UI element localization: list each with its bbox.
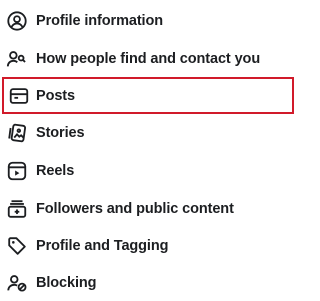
- posts-icon: [8, 85, 30, 107]
- privacy-settings-menu: Profile information How people find and …: [0, 0, 300, 297]
- menu-item-stories[interactable]: Stories: [0, 114, 300, 151]
- menu-item-label: Stories: [36, 124, 85, 141]
- menu-item-label: Reels: [36, 162, 75, 179]
- user-circle-icon: [6, 10, 28, 32]
- menu-item-label: Profile and Tagging: [36, 237, 169, 254]
- menu-item-profile-information[interactable]: Profile information: [0, 2, 300, 39]
- reels-icon: [6, 160, 28, 182]
- menu-item-reels[interactable]: Reels: [0, 152, 300, 189]
- menu-item-blocking[interactable]: Blocking: [0, 264, 300, 301]
- tag-icon: [6, 235, 28, 257]
- menu-item-label: How people find and contact you: [36, 50, 261, 67]
- menu-item-how-people-find-and-contact-you[interactable]: How people find and contact you: [0, 40, 300, 77]
- menu-item-label: Profile information: [36, 12, 163, 29]
- menu-item-profile-and-tagging[interactable]: Profile and Tagging: [0, 227, 300, 264]
- followers-icon: [6, 198, 28, 220]
- menu-item-followers-and-public-content[interactable]: Followers and public content: [0, 190, 300, 227]
- people-search-icon: [6, 48, 28, 70]
- menu-item-posts[interactable]: Posts: [2, 77, 294, 114]
- stories-icon: [6, 122, 28, 144]
- block-user-icon: [6, 272, 28, 294]
- menu-item-label: Posts: [36, 87, 75, 104]
- menu-item-label: Followers and public content: [36, 200, 234, 217]
- menu-item-label: Blocking: [36, 274, 97, 291]
